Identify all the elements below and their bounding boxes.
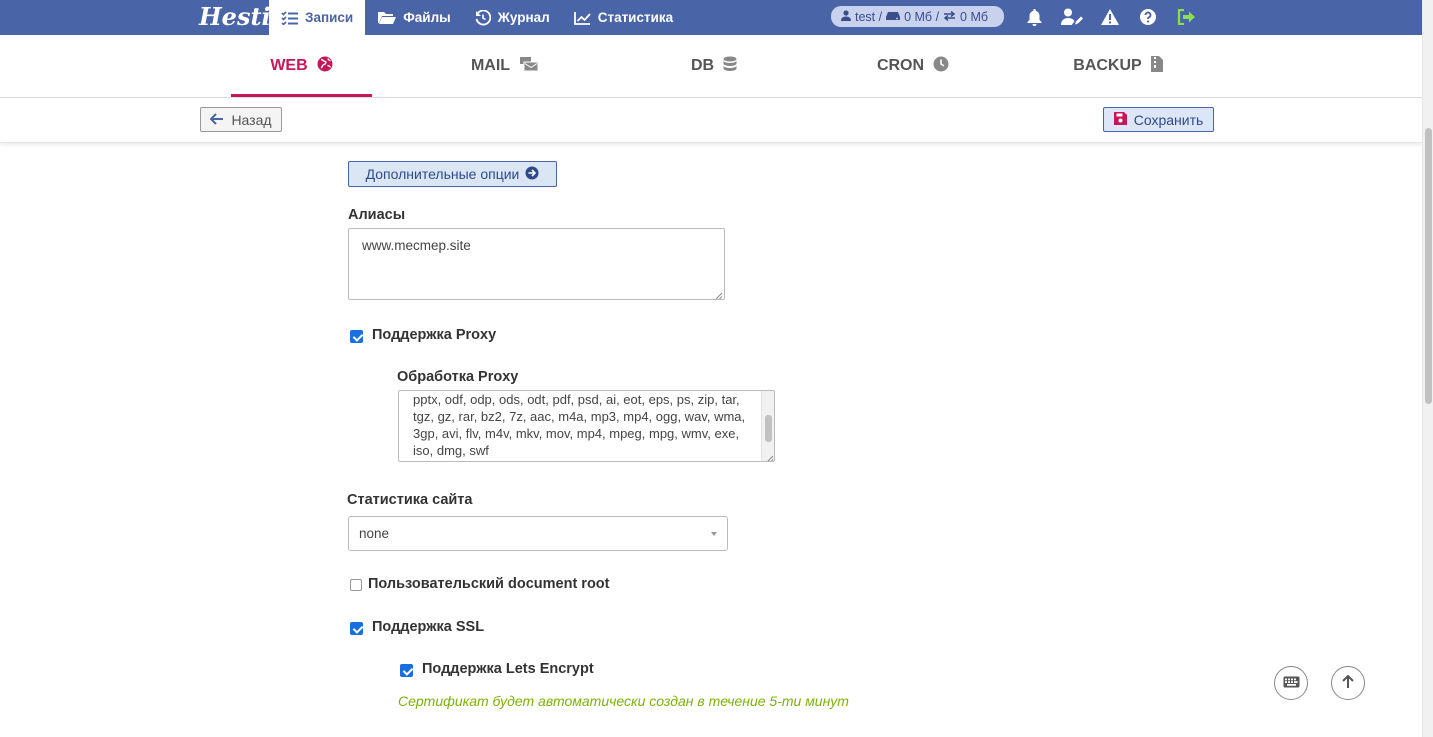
logout-icon[interactable] [1174,5,1198,29]
ssl-support-checkbox[interactable] [350,622,363,635]
save-button-label: Сохранить [1133,111,1204,128]
save-icon [1113,111,1127,128]
action-toolbar: Назад Сохранить [0,98,1422,143]
resize-handle-icon[interactable] [764,451,774,461]
custom-docroot-checkbox[interactable] [350,579,362,591]
scroll-to-top-button[interactable] [1331,666,1365,700]
more-options-label: Дополнительные опции [365,166,520,182]
back-button[interactable]: Назад [200,107,282,132]
nav-item-files[interactable]: Файлы [365,0,462,35]
warning-icon[interactable] [1098,5,1122,29]
proxy-support-checkbox[interactable] [350,330,363,343]
nav-item-label: Журнал [497,10,550,25]
database-icon [723,56,737,77]
keyboard-icon [1283,675,1300,691]
arrow-up-icon [1342,674,1354,692]
tab-cron[interactable]: CRON [858,35,968,97]
aliases-textarea[interactable]: www.mecmep.site [348,228,725,300]
letsencrypt-note: Сертификат будет автоматически создан в … [398,693,849,709]
site-stats-label: Статистика сайта [347,492,473,508]
help-icon[interactable] [1136,5,1160,29]
nav-item-label: Файлы [403,10,451,25]
user-edit-icon[interactable] [1060,5,1084,29]
tab-backup[interactable]: BACKUP [1060,35,1176,97]
site-stats-value: none [359,526,390,541]
tab-web[interactable]: WEB [231,35,372,97]
chart-line-icon [573,11,591,25]
hestia-logo[interactable]: Hestia [199,0,286,35]
tab-db[interactable]: DB [664,35,764,97]
bell-icon[interactable] [1022,5,1046,29]
arrow-circle-right-icon [525,166,539,183]
textarea-scroll-thumb[interactable] [765,415,772,442]
proxy-extensions-label: Обработка Proxy [397,369,519,385]
transfer-icon [943,10,956,24]
file-zip-icon [1150,55,1163,77]
main-nav: Записи Файлы Журнал Статистика [269,0,685,35]
bandwidth-usage: 0 Мб [960,9,989,24]
back-button-label: Назад [231,111,272,128]
ssl-support-label: Поддержка SSL [372,619,485,635]
history-icon [475,9,491,26]
proxy-extensions-text: pptx, odf, odp, ods, odt, pdf, psd, ai, … [413,392,746,458]
save-button[interactable]: Сохранить [1103,107,1214,132]
site-stats-select[interactable]: none [348,516,728,551]
letsencrypt-label: Поддержка Lets Encrypt [422,661,594,677]
aliases-value: www.mecmep.site [362,238,471,253]
top-icons [1022,5,1198,29]
nav-item-log[interactable]: Журнал [463,0,562,35]
user-icon [841,9,851,24]
tab-label: WEB [270,57,308,74]
caret-down-icon [711,532,717,536]
nav-item-stats[interactable]: Статистика [562,0,685,35]
proxy-support-label: Поддержка Proxy [372,327,497,343]
nav-item-label: Записи [305,10,354,25]
user-name: test / [855,9,883,24]
tab-mail[interactable]: MAIL [440,35,570,97]
tab-label: DB [690,57,715,74]
tab-label: BACKUP [1073,57,1142,74]
custom-docroot-label: Пользовательский document root [368,576,610,592]
proxy-extensions-textarea[interactable]: pptx, odf, odp, ods, odt, pdf, psd, ai, … [398,390,775,462]
page-scrollbar[interactable] [1422,0,1433,737]
mail-bulk-icon [519,56,539,77]
tab-label: CRON [876,57,925,74]
resize-handle-icon[interactable] [713,288,723,300]
list-check-icon [281,10,298,25]
page-scroll-thumb[interactable] [1425,128,1432,404]
disk-usage: 0 Мб / [904,9,940,24]
nav-item-records[interactable]: Записи [269,0,366,35]
tab-label: MAIL [470,57,511,74]
letsencrypt-checkbox[interactable] [400,664,413,677]
keyboard-shortcuts-button[interactable] [1274,666,1308,700]
nav-item-label: Статистика [597,10,674,25]
more-options-button[interactable]: Дополнительные опции [348,161,557,187]
disk-icon [886,10,901,24]
folder-open-icon [377,11,397,25]
aliases-label: Алиасы [348,207,406,223]
user-status-pill[interactable]: test / 0 Мб / 0 Мб [831,6,1004,27]
top-navbar: Hestia Записи Файлы Журнал Статистика te… [0,0,1422,35]
section-tabs: WEB MAIL DB CRON BACKUP [0,35,1422,98]
arrow-left-icon [210,112,224,128]
clock-icon [933,56,949,77]
globe-icon [317,56,333,77]
